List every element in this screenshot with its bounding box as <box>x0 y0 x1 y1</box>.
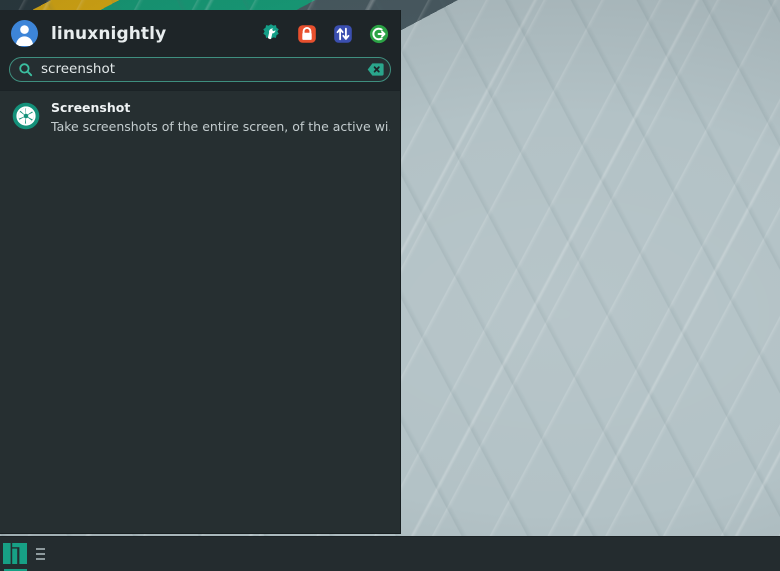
search-input[interactable]: screenshot <box>9 57 391 82</box>
task-lines-icon[interactable] <box>36 548 45 560</box>
gear-wrench-icon[interactable] <box>260 23 282 45</box>
list-item-text: Screenshot Take screenshots of the entir… <box>51 97 390 135</box>
magnifier-icon <box>18 62 33 77</box>
user-name-label: linuxnightly <box>51 23 167 44</box>
camera-shutter-icon <box>11 101 41 131</box>
search-results-list: Screenshot Take screenshots of the entir… <box>0 90 400 533</box>
session-buttons-group <box>260 23 390 45</box>
desktop-screen: linuxnightly screenshot Screenshot Take … <box>0 0 780 571</box>
taskbar-panel <box>0 536 780 571</box>
taskbar-task-area <box>30 537 45 571</box>
launcher-active-indicator <box>4 568 27 571</box>
list-item-description: Take screenshots of the entire screen, o… <box>51 119 390 134</box>
manjaro-logo-icon[interactable] <box>0 537 30 571</box>
search-input-value[interactable]: screenshot <box>41 63 367 77</box>
search-row: screenshot <box>0 57 400 90</box>
logout-arrow-icon[interactable] <box>368 23 390 45</box>
list-item-title: Screenshot <box>51 100 131 115</box>
user-avatar-icon[interactable] <box>11 20 38 47</box>
up-down-arrows-icon[interactable] <box>332 23 354 45</box>
application-launcher-menu: linuxnightly screenshot Screenshot Take … <box>0 10 401 534</box>
launcher-header: linuxnightly <box>0 10 400 57</box>
clear-backspace-icon[interactable] <box>367 62 384 77</box>
list-item[interactable]: Screenshot Take screenshots of the entir… <box>0 92 400 140</box>
lock-icon[interactable] <box>296 23 318 45</box>
